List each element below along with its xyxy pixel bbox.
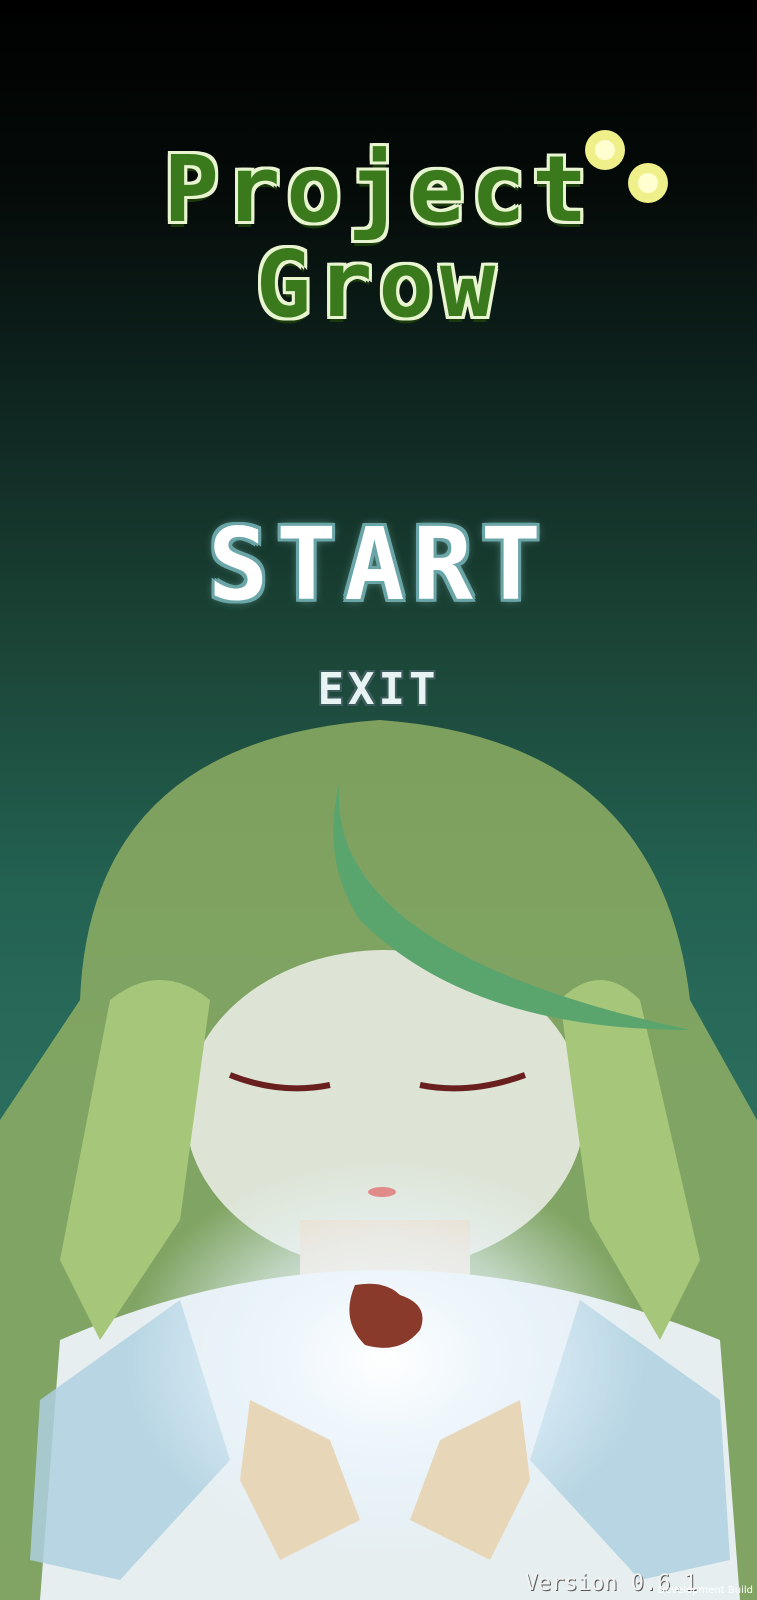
start-button[interactable]: START — [0, 515, 757, 615]
character-illustration — [0, 720, 757, 1600]
game-title-line2: Grow — [255, 231, 502, 338]
glow — [125, 1160, 645, 1560]
title-screen: Project Grow START EXIT Version 0.6.1 De… — [0, 0, 757, 1600]
sparkle-icon — [585, 130, 668, 203]
development-build-label: Development Build — [657, 1585, 753, 1596]
exit-button[interactable]: EXIT — [0, 668, 757, 712]
mouth — [368, 1187, 396, 1197]
